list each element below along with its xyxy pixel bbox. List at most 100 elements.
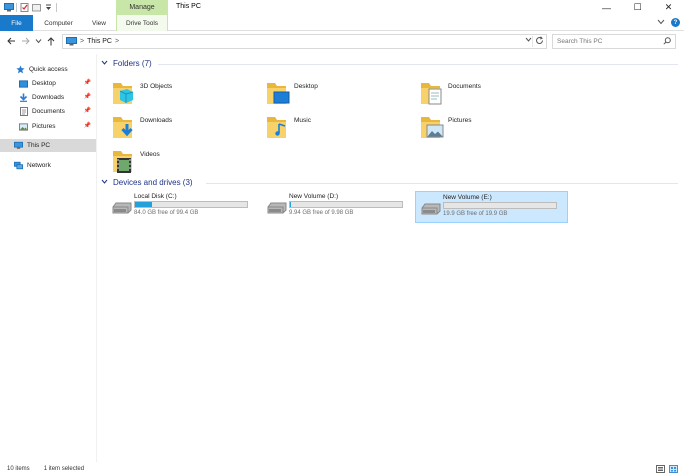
sidebar-item-label: This PC — [27, 142, 51, 149]
collapse-chevron-icon[interactable] — [101, 179, 108, 186]
breadcrumb-this-pc[interactable]: This PC — [87, 38, 112, 45]
folder-name: Downloads — [140, 116, 173, 124]
toolbar-separator — [16, 3, 17, 12]
sidebar-item-label: Documents — [32, 108, 65, 115]
folder-name: Music — [294, 116, 311, 124]
pin-icon[interactable]: 📌 — [84, 79, 91, 86]
recent-locations-button[interactable] — [33, 35, 43, 47]
drive-new-volume-e[interactable]: New Volume (E:) 19.9 GB free of 19.9 GB — [415, 191, 568, 223]
sidebar-item-pictures[interactable]: Pictures 📌 — [0, 120, 96, 133]
large-icons-view-icon[interactable] — [669, 465, 678, 475]
drive-free-space: 19.9 GB free of 19.9 GB — [443, 211, 508, 217]
this-pc-icon — [66, 37, 77, 46]
customize-toolbar-icon[interactable] — [44, 3, 53, 12]
drive-usage-bar — [134, 201, 248, 208]
address-bar[interactable]: > This PC > — [62, 34, 547, 49]
drive-name: Local Disk (C:) — [134, 193, 177, 200]
tab-computer[interactable]: Computer — [36, 15, 81, 31]
folder-music[interactable]: Music — [266, 110, 416, 144]
folder-name: Documents — [448, 82, 481, 90]
forward-button[interactable] — [20, 35, 30, 47]
group-divider — [206, 183, 678, 184]
hard-drive-icon — [420, 202, 442, 216]
drive-name: New Volume (D:) — [289, 193, 339, 200]
tab-drive-tools[interactable]: Drive Tools — [116, 15, 168, 31]
minimize-button[interactable]: — — [591, 0, 622, 15]
search-icon[interactable] — [663, 37, 671, 47]
downloads-icon — [19, 93, 28, 102]
address-dropdown-icon[interactable] — [525, 37, 532, 44]
collapse-chevron-icon[interactable] — [101, 60, 108, 67]
drive-new-volume-d[interactable]: New Volume (D:) 9.94 GB free of 9.98 GB — [262, 191, 415, 223]
star-icon — [16, 65, 25, 74]
hard-drive-icon — [266, 201, 288, 215]
folder-videos[interactable]: Videos — [112, 144, 262, 178]
drive-name: New Volume (E:) — [443, 194, 492, 201]
group-divider — [158, 64, 678, 65]
up-button[interactable] — [46, 35, 56, 47]
view-switcher — [656, 465, 678, 475]
folder-documents[interactable]: Documents — [420, 76, 570, 110]
folders-group-header[interactable]: Folders (7) — [101, 57, 152, 69]
manage-context-label: Manage — [116, 0, 168, 15]
this-pc-icon[interactable] — [4, 3, 14, 12]
sidebar-item-desktop[interactable]: Desktop 📌 — [0, 77, 96, 90]
folder-name: 3D Objects — [140, 82, 173, 90]
title-bar: Manage This PC — ☐ ✕ — [0, 0, 684, 15]
3d-objects-folder-icon — [112, 79, 136, 107]
window-controls: — ☐ ✕ — [591, 0, 684, 15]
tab-view[interactable]: View — [84, 15, 114, 31]
properties-icon[interactable] — [20, 3, 29, 12]
help-icon[interactable]: ? — [671, 18, 680, 27]
hard-drive-icon — [111, 201, 133, 215]
documents-icon — [19, 107, 28, 116]
toolbar-separator — [56, 3, 57, 12]
selection-count: 1 item selected — [43, 466, 85, 472]
group-header-label: Devices and drives (3) — [113, 177, 193, 187]
sidebar-item-this-pc[interactable]: This PC — [0, 139, 96, 152]
content-pane: Folders (7) 3D Objects Desktop Documents… — [98, 54, 684, 462]
devices-group-header[interactable]: Devices and drives (3) — [101, 176, 193, 188]
music-folder-icon — [266, 113, 290, 141]
breadcrumb-separator[interactable]: > — [80, 38, 84, 45]
folder-downloads[interactable]: Downloads — [112, 110, 262, 144]
sidebar-item-label: Network — [27, 162, 51, 169]
drive-local-disk-c[interactable]: Local Disk (C:) 84.0 GB free of 99.4 GB — [107, 191, 260, 223]
pin-icon[interactable]: 📌 — [84, 122, 91, 129]
sidebar-item-documents[interactable]: Documents 📌 — [0, 105, 96, 118]
pictures-folder-icon — [420, 113, 444, 141]
drive-free-space: 9.94 GB free of 9.98 GB — [289, 210, 354, 216]
sidebar-item-label: Desktop — [32, 80, 56, 87]
tab-file[interactable]: File — [0, 15, 33, 31]
downloads-folder-icon — [112, 113, 136, 141]
navigation-pane: Quick access Desktop 📌 Downloads 📌 Docum… — [0, 54, 97, 462]
close-button[interactable]: ✕ — [653, 0, 684, 15]
item-count: 10 items — [7, 466, 30, 472]
videos-folder-icon — [112, 147, 136, 175]
folder-pictures[interactable]: Pictures — [420, 110, 570, 144]
refresh-icon[interactable] — [532, 36, 544, 47]
folder-desktop[interactable]: Desktop — [266, 76, 416, 110]
pin-icon[interactable]: 📌 — [84, 93, 91, 100]
pin-icon[interactable]: 📌 — [84, 107, 91, 114]
sidebar-item-label: Quick access — [29, 66, 68, 73]
folder-name: Desktop — [294, 82, 318, 90]
window-title: This PC — [176, 3, 201, 10]
sidebar-item-network[interactable]: Network — [0, 159, 96, 172]
desktop-folder-icon — [266, 79, 290, 107]
new-folder-icon[interactable] — [32, 3, 41, 12]
folder-name: Pictures — [448, 116, 472, 124]
details-view-icon[interactable] — [656, 465, 665, 475]
search-box[interactable] — [552, 34, 676, 49]
folder-3d-objects[interactable]: 3D Objects — [112, 76, 262, 110]
breadcrumb-separator[interactable]: > — [115, 38, 119, 45]
sidebar-item-downloads[interactable]: Downloads 📌 — [0, 91, 96, 104]
navigation-bar: > This PC > — [0, 33, 684, 50]
back-button[interactable] — [6, 35, 16, 47]
expand-ribbon-icon[interactable] — [657, 19, 665, 27]
sidebar-item-quick-access[interactable]: Quick access — [0, 63, 96, 76]
maximize-button[interactable]: ☐ — [622, 0, 653, 15]
status-bar: 10 items 1 item selected — [0, 462, 684, 476]
search-input[interactable] — [557, 38, 662, 45]
desktop-icon — [19, 79, 28, 88]
